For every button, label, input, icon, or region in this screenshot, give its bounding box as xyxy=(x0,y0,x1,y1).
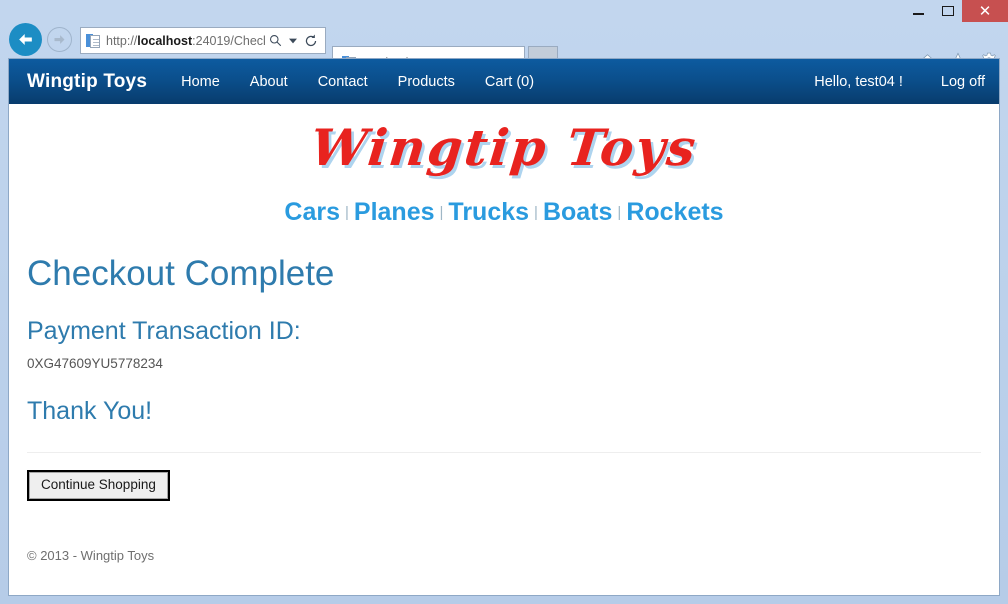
nav-item-about[interactable]: About xyxy=(250,74,288,90)
site-nav-user-area: Hello, test04 ! Log off xyxy=(814,74,985,90)
back-button[interactable] xyxy=(9,23,42,56)
browser-window: ✕ http://localhost:24019/Checkou xyxy=(0,0,1008,604)
category-link-rockets[interactable]: Rockets xyxy=(626,198,723,226)
user-greeting[interactable]: Hello, test04 ! xyxy=(814,74,903,90)
maximize-button[interactable] xyxy=(933,0,962,22)
category-separator: | xyxy=(617,204,622,221)
category-link-trucks[interactable]: Trucks xyxy=(448,198,529,226)
site-navbar: Wingtip Toys Home About Contact Products… xyxy=(9,59,999,104)
address-bar-icons xyxy=(265,30,323,52)
nav-item-home[interactable]: Home xyxy=(181,74,220,90)
category-separator: | xyxy=(345,204,349,221)
forward-arrow-icon xyxy=(54,35,65,44)
category-separator: | xyxy=(439,204,444,221)
page-viewport: Wingtip Toys Home About Contact Products… xyxy=(8,58,1000,596)
search-icon[interactable] xyxy=(265,30,285,52)
maximize-icon xyxy=(941,6,954,16)
site-brand[interactable]: Wingtip Toys xyxy=(27,71,147,93)
back-arrow-icon xyxy=(19,33,32,46)
url-host: localhost xyxy=(137,33,193,48)
category-link-planes[interactable]: Planes xyxy=(354,198,435,226)
nav-item-products[interactable]: Products xyxy=(398,74,455,90)
wingtip-toys-logo: Wingtip Toys xyxy=(307,118,701,177)
transaction-id-label: Payment Transaction ID: xyxy=(27,317,301,345)
continue-shopping-button[interactable]: Continue Shopping xyxy=(27,470,170,501)
url-scheme: http:// xyxy=(106,33,138,48)
logo-container: Wingtip Toys xyxy=(27,104,981,184)
page-title: Checkout Complete xyxy=(27,254,335,293)
forward-button[interactable] xyxy=(47,27,72,52)
close-icon: ✕ xyxy=(978,2,992,20)
url-path: :24019/Checkou xyxy=(192,33,265,48)
browser-toolbar: http://localhost:24019/Checkou xyxy=(0,22,1008,79)
nav-item-contact[interactable]: Contact xyxy=(318,74,368,90)
category-separator: | xyxy=(534,204,538,221)
close-window-button[interactable]: ✕ xyxy=(962,0,1008,22)
minimize-icon xyxy=(913,13,924,15)
thank-you-heading: Thank You! xyxy=(27,397,153,425)
window-controls: ✕ xyxy=(904,0,1008,22)
site-nav-links: Home About Contact Products Cart (0) xyxy=(181,74,534,90)
title-bar: ✕ xyxy=(0,0,1008,22)
category-link-cars[interactable]: Cars xyxy=(284,198,340,226)
nav-item-cart[interactable]: Cart (0) xyxy=(485,74,534,90)
minimize-button[interactable] xyxy=(904,0,933,22)
refresh-icon[interactable] xyxy=(301,30,321,52)
content-divider xyxy=(27,452,981,453)
category-link-boats[interactable]: Boats xyxy=(543,198,612,226)
logoff-link[interactable]: Log off xyxy=(941,74,985,90)
url-text: http://localhost:24019/Checkou xyxy=(106,34,265,48)
site-footer: © 2013 - Wingtip Toys xyxy=(27,548,155,563)
chevron-down-icon[interactable] xyxy=(287,30,299,52)
page-content: Wingtip Toys Cars | Planes | Trucks | Boats | Ro… xyxy=(9,104,999,595)
page-document-icon xyxy=(86,33,102,49)
address-bar[interactable]: http://localhost:24019/Checkou xyxy=(80,27,326,54)
category-nav: Cars | Planes | Trucks | Boats | Rockets xyxy=(27,184,981,233)
transaction-id-value: 0XG47609YU5778234 xyxy=(27,356,163,371)
